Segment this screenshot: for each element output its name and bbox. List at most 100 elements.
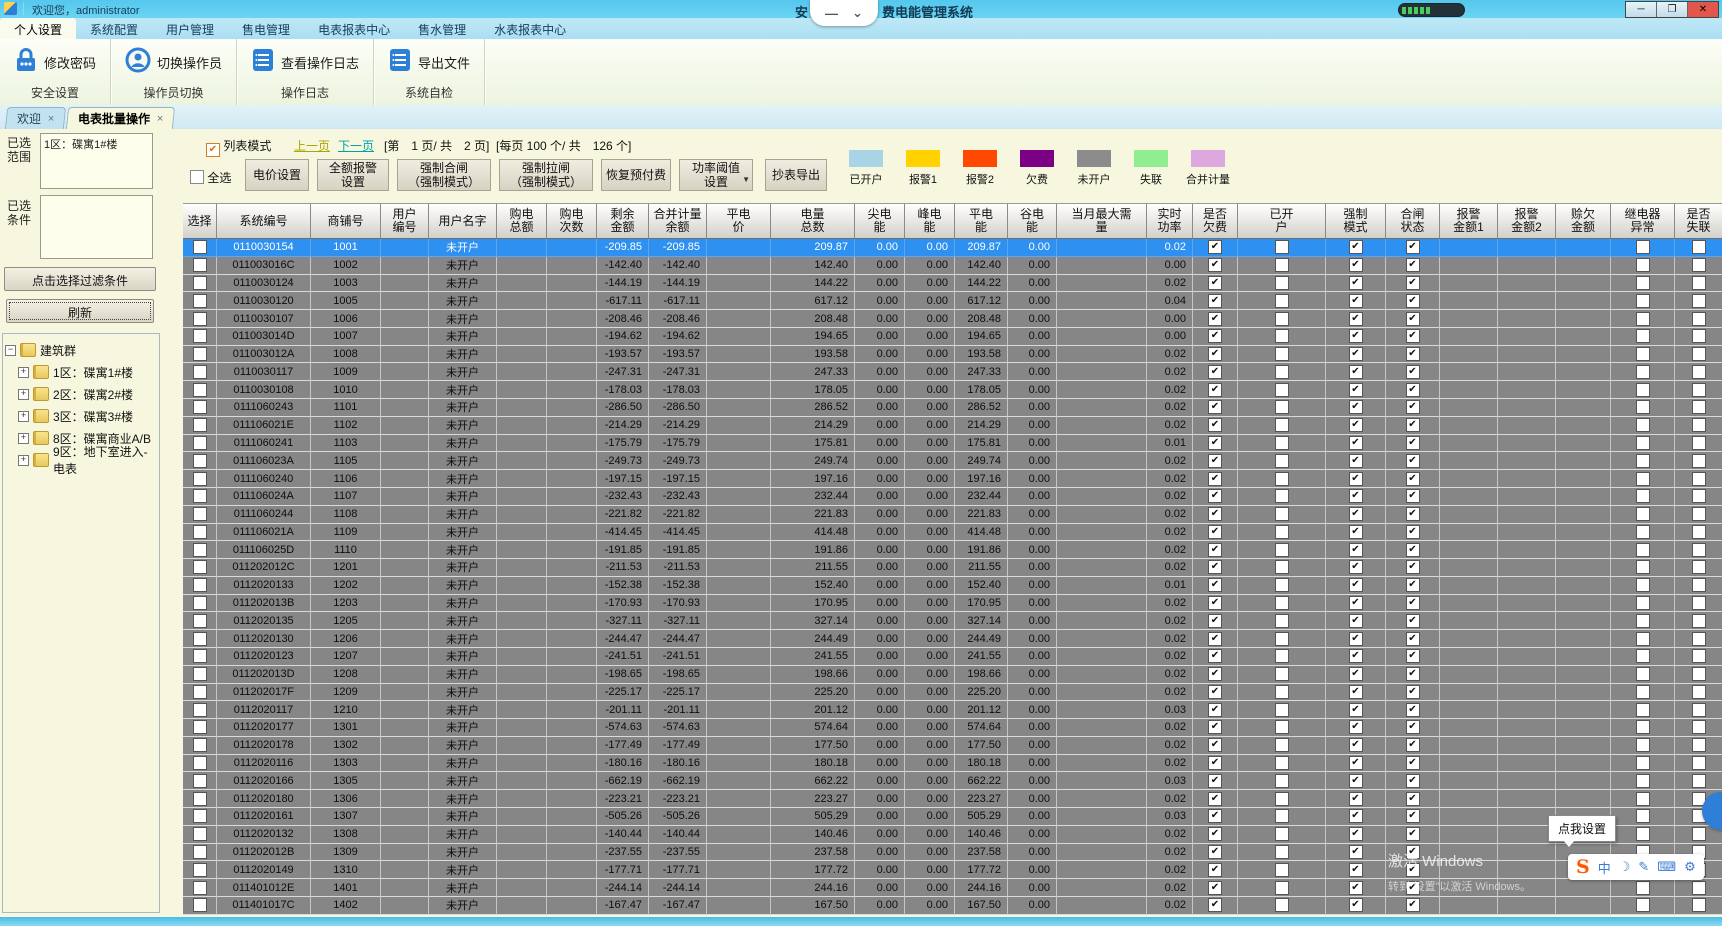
row-select-checkbox[interactable] bbox=[192, 596, 207, 611]
ime-item-icon[interactable]: ☽ bbox=[1619, 859, 1631, 875]
row-select-checkbox[interactable] bbox=[192, 347, 207, 362]
row-status-checkbox[interactable] bbox=[1348, 453, 1363, 468]
table-row[interactable]: 0112020132 1308 未开户 -140.44 -140.44 140.46 0.0… bbox=[183, 825, 1722, 844]
row-status-checkbox[interactable] bbox=[1274, 862, 1289, 877]
row-select-checkbox[interactable] bbox=[192, 684, 207, 699]
row-status-checkbox[interactable] bbox=[1635, 791, 1650, 806]
table-row[interactable]: 011106024A 1107 未开户 -232.43 -232.43 232.44 0.0… bbox=[183, 487, 1722, 506]
row-select-checkbox[interactable] bbox=[192, 702, 207, 717]
row-status-checkbox[interactable] bbox=[1635, 489, 1650, 504]
row-status-checkbox[interactable] bbox=[1274, 435, 1289, 450]
table-row[interactable]: 0110030107 1006 未开户 -208.46 -208.46 208.48 0.0… bbox=[183, 310, 1722, 328]
table-row[interactable]: 0111060240 1106 未开户 -197.15 -197.15 197.16 0.0… bbox=[183, 470, 1722, 488]
row-status-checkbox[interactable] bbox=[1405, 275, 1420, 290]
row-status-checkbox[interactable] bbox=[1274, 738, 1289, 753]
table-row[interactable]: 011003014D 1007 未开户 -194.62 -194.62 194.65 0.0… bbox=[183, 327, 1722, 346]
row-status-checkbox[interactable] bbox=[1274, 418, 1289, 433]
list-mode-checkbox[interactable]: ✔ 列表模式 bbox=[206, 137, 271, 157]
ime-item-icon[interactable]: 中 bbox=[1598, 858, 1611, 877]
row-status-checkbox[interactable] bbox=[1274, 400, 1289, 415]
table-row[interactable]: 011202013D 1208 未开户 -198.65 -198.65 198.66 0.0… bbox=[183, 665, 1722, 684]
row-status-checkbox[interactable] bbox=[1348, 258, 1363, 273]
row-status-checkbox[interactable] bbox=[1208, 524, 1222, 539]
table-row[interactable]: 011202017F 1209 未开户 -225.17 -225.17 225.20 0.0… bbox=[183, 683, 1722, 702]
row-select-checkbox[interactable] bbox=[192, 827, 207, 842]
row-status-checkbox[interactable] bbox=[1405, 738, 1420, 753]
row-status-checkbox[interactable] bbox=[1208, 435, 1222, 450]
row-status-checkbox[interactable] bbox=[1691, 596, 1706, 611]
prev-page-link[interactable]: 上一页 bbox=[294, 137, 330, 154]
row-status-checkbox[interactable] bbox=[1274, 329, 1289, 344]
switch-operator-button[interactable]: 切换操作员 bbox=[125, 43, 222, 81]
column-header[interactable]: 用户名字 bbox=[429, 203, 497, 239]
row-select-checkbox[interactable] bbox=[192, 560, 207, 575]
row-status-checkbox[interactable] bbox=[1405, 756, 1420, 771]
row-status-checkbox[interactable] bbox=[1635, 578, 1650, 593]
row-status-checkbox[interactable] bbox=[1208, 862, 1222, 877]
column-header[interactable]: 电量 总数 bbox=[771, 203, 855, 239]
row-status-checkbox[interactable] bbox=[1348, 844, 1363, 859]
row-status-checkbox[interactable] bbox=[1208, 756, 1222, 771]
row-status-checkbox[interactable] bbox=[1691, 578, 1706, 593]
row-select-checkbox[interactable] bbox=[192, 738, 207, 753]
row-select-checkbox[interactable] bbox=[192, 311, 207, 326]
menu-tab[interactable]: 个人设置 bbox=[0, 18, 77, 39]
tree-item[interactable]: +9区：地下室进入-电表 bbox=[18, 445, 157, 476]
row-status-checkbox[interactable] bbox=[1348, 489, 1363, 504]
export-file-button[interactable]: 导出文件 bbox=[388, 43, 470, 81]
refresh-button[interactable]: 刷新 bbox=[6, 299, 154, 323]
row-status-checkbox[interactable] bbox=[1635, 471, 1650, 486]
row-status-checkbox[interactable] bbox=[1691, 400, 1706, 415]
checkbox-empty[interactable] bbox=[190, 170, 204, 184]
filter-select-button[interactable]: 点击选择过滤条件 bbox=[4, 267, 156, 291]
row-status-checkbox[interactable] bbox=[1405, 293, 1420, 308]
row-status-checkbox[interactable] bbox=[1691, 631, 1706, 646]
row-status-checkbox[interactable] bbox=[1348, 329, 1363, 344]
row-status-checkbox[interactable] bbox=[1405, 809, 1420, 824]
table-row[interactable]: 0112020135 1205 未开户 -327.11 -327.11 327.14 0.0… bbox=[183, 612, 1722, 631]
row-status-checkbox[interactable] bbox=[1208, 844, 1222, 859]
row-status-checkbox[interactable] bbox=[1405, 329, 1420, 344]
row-status-checkbox[interactable] bbox=[1274, 613, 1289, 628]
row-status-checkbox[interactable] bbox=[1274, 791, 1289, 806]
row-status-checkbox[interactable] bbox=[1635, 880, 1650, 895]
row-status-checkbox[interactable] bbox=[1348, 702, 1363, 717]
row-select-checkbox[interactable] bbox=[192, 720, 207, 735]
row-status-checkbox[interactable] bbox=[1405, 347, 1420, 362]
table-row[interactable]: 011106023A 1105 未开户 -249.73 -249.73 249.74 0.0… bbox=[183, 452, 1722, 471]
table-row[interactable]: 0112020123 1207 未开户 -241.51 -241.51 241.55 0.0… bbox=[183, 647, 1722, 666]
row-select-checkbox[interactable] bbox=[192, 880, 207, 895]
row-select-checkbox[interactable] bbox=[192, 293, 207, 308]
row-status-checkbox[interactable] bbox=[1348, 862, 1363, 877]
row-status-checkbox[interactable] bbox=[1691, 684, 1706, 699]
column-header[interactable]: 合闸 状态 bbox=[1386, 203, 1440, 239]
collapse-icon[interactable]: − bbox=[5, 344, 16, 356]
ime-item-icon[interactable]: ⚙ bbox=[1684, 859, 1696, 875]
table-row[interactable]: 011401017C 1402 未开户 -167.47 -167.47 167.50 0.0… bbox=[183, 896, 1722, 915]
row-status-checkbox[interactable] bbox=[1208, 453, 1222, 468]
row-status-checkbox[interactable] bbox=[1691, 471, 1706, 486]
row-status-checkbox[interactable] bbox=[1274, 827, 1289, 842]
row-status-checkbox[interactable] bbox=[1208, 613, 1222, 628]
menu-tab[interactable]: 水表报表中心 bbox=[480, 18, 580, 39]
table-row[interactable]: 011202013B 1203 未开户 -170.93 -170.93 170.95 0.0… bbox=[183, 594, 1722, 613]
row-status-checkbox[interactable] bbox=[1274, 684, 1289, 699]
row-status-checkbox[interactable] bbox=[1348, 578, 1363, 593]
row-select-checkbox[interactable] bbox=[192, 240, 207, 255]
row-status-checkbox[interactable] bbox=[1208, 720, 1222, 735]
row-status-checkbox[interactable] bbox=[1348, 738, 1363, 753]
row-status-checkbox[interactable] bbox=[1274, 898, 1289, 913]
row-status-checkbox[interactable] bbox=[1405, 613, 1420, 628]
force-close-gate-button[interactable]: 强制合闸 （强制模式） bbox=[397, 159, 491, 191]
column-header[interactable]: 选择 bbox=[183, 203, 217, 239]
column-header[interactable]: 剩余 金额 bbox=[597, 203, 649, 239]
selected-range-box[interactable]: 1区：碟寓1#楼 bbox=[40, 133, 153, 189]
row-status-checkbox[interactable] bbox=[1274, 275, 1289, 290]
table-row[interactable]: 0110030120 1005 未开户 -617.11 -617.11 617.12 0.0… bbox=[183, 292, 1722, 311]
row-status-checkbox[interactable] bbox=[1274, 649, 1289, 664]
row-status-checkbox[interactable] bbox=[1691, 613, 1706, 628]
row-status-checkbox[interactable] bbox=[1208, 329, 1222, 344]
row-select-checkbox[interactable] bbox=[192, 471, 207, 486]
row-status-checkbox[interactable] bbox=[1208, 418, 1222, 433]
row-status-checkbox[interactable] bbox=[1274, 240, 1289, 255]
